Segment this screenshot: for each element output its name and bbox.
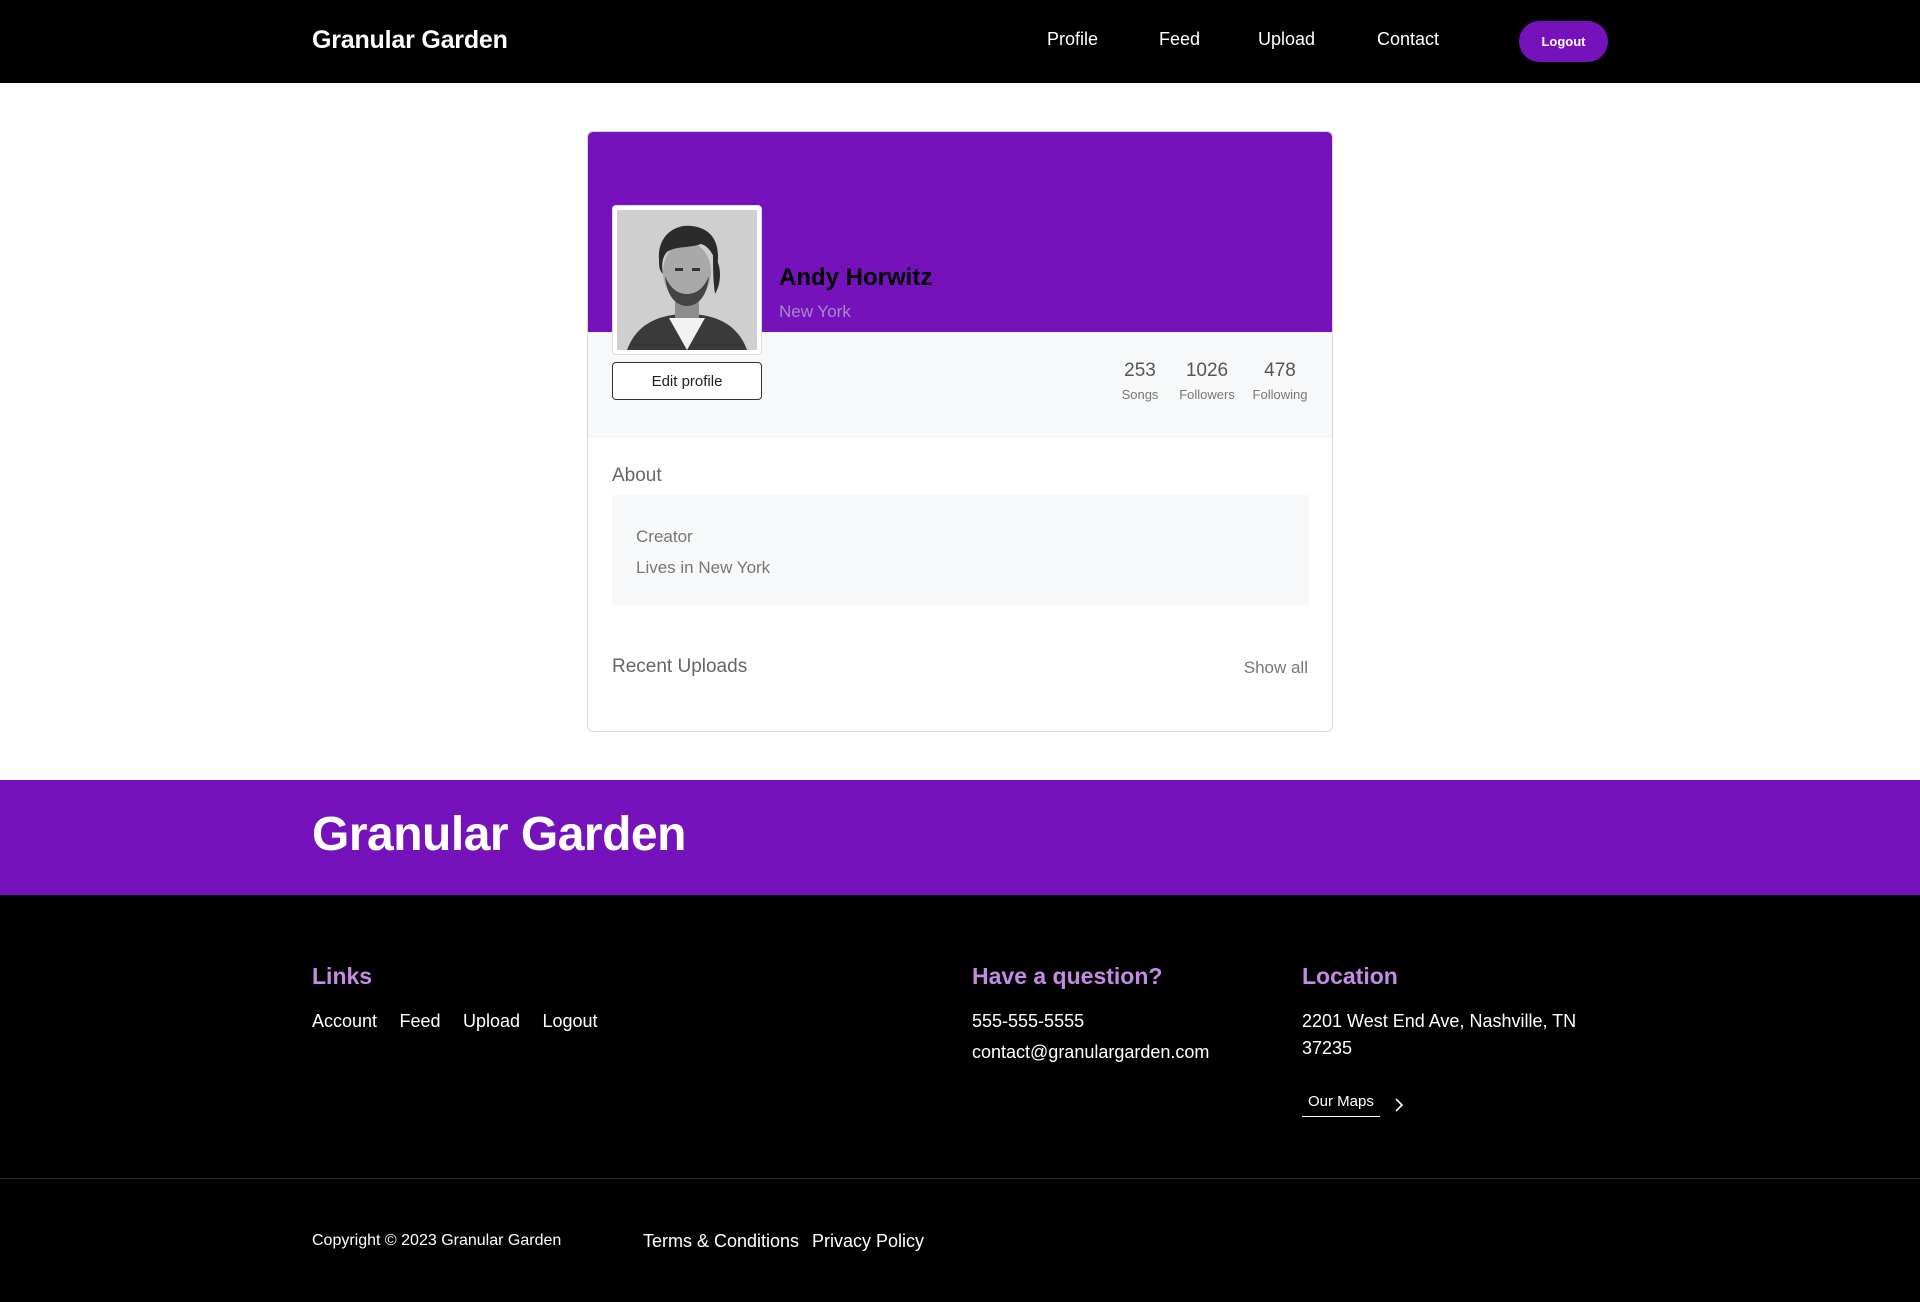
stat-following-label: Following bbox=[1252, 387, 1308, 402]
top-navbar: Granular Garden Profile Feed Upload Cont… bbox=[0, 0, 1920, 83]
footer-email[interactable]: contact@granulargarden.com bbox=[972, 1039, 1209, 1066]
profile-location: New York bbox=[779, 302, 851, 321]
footer-question-heading: Have a question? bbox=[972, 963, 1163, 989]
footer-brand-band: Granular Garden bbox=[0, 780, 1920, 895]
nav-link-profile[interactable]: Profile bbox=[1047, 29, 1098, 50]
copyright-text: Copyright © 2023 Granular Garden bbox=[312, 1232, 562, 1249]
footer-brand: Granular Garden bbox=[312, 808, 686, 861]
about-line-role: Creator bbox=[636, 527, 693, 546]
edit-profile-button[interactable]: Edit profile bbox=[612, 362, 762, 400]
stat-followers-label: Followers bbox=[1179, 387, 1235, 402]
stat-songs[interactable]: 253 Songs bbox=[1115, 360, 1165, 402]
footer-links-heading: Links bbox=[312, 963, 373, 989]
about-line-residence: Lives in New York bbox=[636, 558, 771, 577]
stat-songs-label: Songs bbox=[1121, 387, 1159, 402]
stat-songs-value: 253 bbox=[1124, 360, 1156, 381]
footer: Links Account Feed Upload Logout Have a … bbox=[0, 895, 1920, 1302]
our-maps-link[interactable]: Our Maps bbox=[1302, 1093, 1406, 1117]
footer-address: 2201 West End Ave, Nashville, TN 37235 bbox=[1302, 1011, 1577, 1058]
stat-following-value: 478 bbox=[1264, 360, 1296, 381]
footer-link-logout[interactable]: Logout bbox=[542, 1011, 597, 1031]
main-nav: Profile Feed Upload Contact bbox=[0, 29, 1920, 55]
profile-card: Andy Horwitz New York Edit profile 253 S… bbox=[587, 131, 1333, 732]
footer-links: Account Feed Upload Logout bbox=[312, 1011, 616, 1032]
show-all-link[interactable]: Show all bbox=[1244, 658, 1308, 678]
recent-uploads-heading: Recent Uploads bbox=[612, 656, 748, 677]
about-heading: About bbox=[612, 465, 662, 486]
avatar-photo bbox=[617, 210, 757, 350]
profile-name: Andy Horwitz bbox=[779, 264, 933, 291]
nav-link-contact[interactable]: Contact bbox=[1377, 29, 1439, 50]
footer-location-heading: Location bbox=[1302, 963, 1398, 989]
logout-button[interactable]: Logout bbox=[1519, 21, 1608, 62]
privacy-link[interactable]: Privacy Policy bbox=[812, 1231, 924, 1252]
footer-divider bbox=[0, 1178, 1920, 1179]
chevron-right-icon[interactable] bbox=[1392, 1098, 1406, 1112]
our-maps-label[interactable]: Our Maps bbox=[1302, 1093, 1380, 1117]
footer-link-account[interactable]: Account bbox=[312, 1011, 377, 1031]
stat-following[interactable]: 478 Following bbox=[1248, 360, 1312, 402]
nav-link-upload[interactable]: Upload bbox=[1258, 29, 1315, 50]
about-box: Creator Lives in New York bbox=[612, 495, 1309, 605]
stat-followers-value: 1026 bbox=[1185, 360, 1229, 381]
footer-link-upload[interactable]: Upload bbox=[463, 1011, 520, 1031]
avatar[interactable] bbox=[612, 205, 762, 355]
footer-link-feed[interactable]: Feed bbox=[400, 1011, 441, 1031]
terms-link[interactable]: Terms & Conditions bbox=[643, 1231, 799, 1252]
stat-followers[interactable]: 1026 Followers bbox=[1175, 360, 1239, 402]
nav-link-feed[interactable]: Feed bbox=[1159, 29, 1200, 50]
footer-phone[interactable]: 555-555-5555 bbox=[972, 1008, 1084, 1035]
